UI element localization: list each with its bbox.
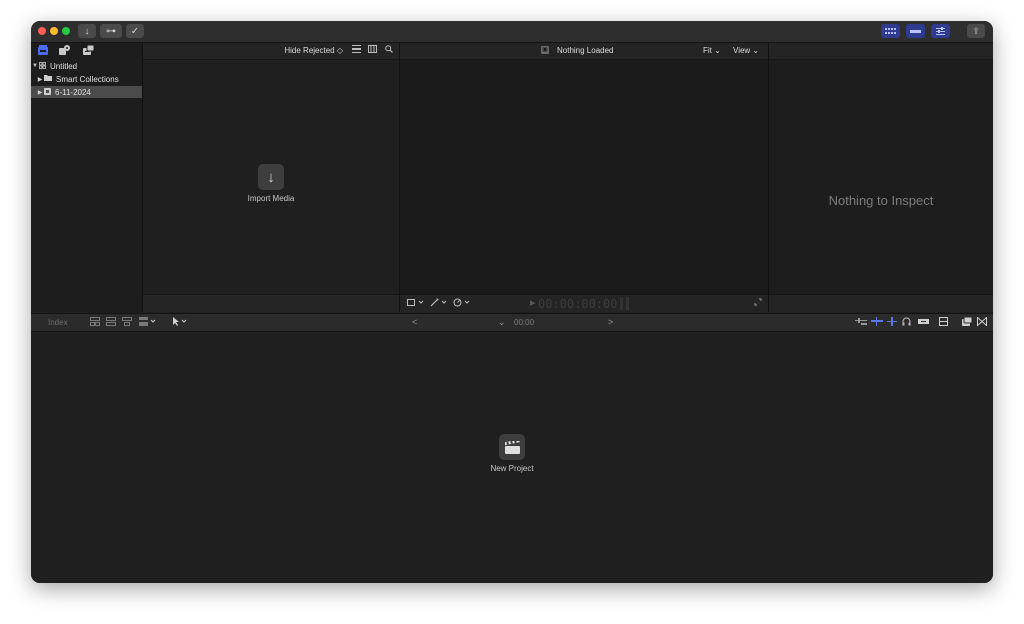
select-tool-icon[interactable] [171, 317, 189, 328]
timeline-icon [910, 29, 921, 33]
timeline-duration: 00:00 [514, 318, 535, 327]
transitions-browser-icon[interactable] [977, 316, 987, 328]
viewer-panel: ▣ Nothing Loaded Fit ⌄ View ⌄ ▶ 00:00:00… [400, 43, 769, 312]
disclosure-triangle-icon[interactable]: ▶ [36, 76, 44, 83]
library-item-smart-collections[interactable]: ▶ Smart Collections [31, 73, 142, 85]
library-item-label: 6-11-2024 [55, 87, 91, 97]
retime-speed-icon[interactable] [453, 298, 471, 309]
inspector-empty-message: Nothing to Inspect [828, 193, 934, 208]
show-inspector-button[interactable] [931, 24, 950, 38]
event-icon [44, 87, 51, 97]
library-item-label: Untitled [50, 61, 78, 71]
connect-clip-icon[interactable] [139, 317, 157, 328]
timeline-toolbar: Index < ⌄ 00:00 > [31, 313, 993, 332]
titles-generators-icon[interactable] [83, 44, 95, 58]
inspector-sliders-icon [936, 27, 945, 35]
new-project-button[interactable] [499, 434, 525, 460]
clip-height-icon[interactable] [939, 317, 948, 328]
key-icon: ⊶ [106, 25, 116, 37]
libraries-icon[interactable] [38, 45, 48, 58]
transform-crop-icon[interactable] [407, 298, 425, 309]
final-cut-window: ↓ ⊶ ✓ ⇪ ▼ Untitled ▶ Smart Collections ▶… [31, 21, 993, 583]
minimize-window-button[interactable] [50, 27, 58, 35]
library-item-label: Smart Collections [56, 74, 119, 84]
viewer-footer: ▶ 00:00:00:00 [400, 294, 768, 312]
download-arrow-icon: ↓ [267, 168, 275, 186]
clip-appearance-icon[interactable] [855, 317, 867, 328]
solo-clip-icon[interactable] [918, 317, 929, 328]
timeline-back-button[interactable]: < [412, 317, 417, 327]
browser-footer [143, 294, 399, 312]
inspector-header [769, 43, 993, 60]
timeline-panel: New Project [31, 332, 993, 583]
library-item-event-6-11-2024[interactable]: ▶ 6-11-2024 [31, 86, 142, 98]
import-media-label: Import Media [247, 194, 295, 203]
import-media-button[interactable]: ↓ [258, 164, 284, 190]
folder-icon [44, 75, 52, 83]
viewer-title: Nothing Loaded [557, 46, 614, 55]
browser-toolbar: Hide Rejected ◇ [143, 43, 399, 60]
disclosure-triangle-icon[interactable]: ▼ [31, 63, 39, 69]
show-browser-button[interactable] [881, 24, 900, 38]
view-options-popup[interactable]: View ⌄ [733, 46, 759, 55]
checkmark-circle-icon: ✓ [130, 25, 140, 37]
clip-filter-popup[interactable]: Hide Rejected ◇ [284, 46, 343, 55]
library-icon [39, 61, 46, 71]
effects-browser-icon[interactable] [962, 316, 973, 328]
download-icon: ↓ [84, 25, 90, 37]
new-project-label: New Project [490, 464, 534, 473]
title-bar: ↓ ⊶ ✓ ⇪ [31, 21, 993, 43]
libraries-sidebar: ▼ Untitled ▶ Smart Collections ▶ 6-11-20… [31, 43, 143, 312]
keywords-button[interactable]: ⊶ [100, 24, 122, 38]
play-icon[interactable]: ▶ [530, 299, 535, 307]
sidebar-toolbar [31, 43, 142, 59]
disclosure-triangle-icon[interactable]: ▶ [36, 89, 44, 96]
timeline-forward-button[interactable]: > [608, 317, 613, 327]
browser-panel: Hide Rejected ◇ ↓ Import Media [143, 43, 400, 312]
inspector-footer [769, 294, 993, 312]
timeline-index-button[interactable]: Index [48, 318, 68, 327]
photos-audio-icon[interactable] [59, 45, 70, 58]
append-clip-icon[interactable] [90, 317, 100, 328]
import-media-button[interactable]: ↓ [78, 24, 96, 38]
skimming-icon[interactable] [871, 317, 883, 328]
fullscreen-expand-icon[interactable] [754, 298, 762, 308]
show-timeline-button[interactable] [906, 24, 925, 38]
close-window-button[interactable] [38, 27, 46, 35]
share-button[interactable]: ⇪ [967, 24, 985, 38]
inspector-panel: Nothing to Inspect [769, 43, 993, 312]
audio-meter-left [620, 297, 623, 310]
snapping-icon[interactable] [887, 317, 897, 328]
clip-appearance-icon[interactable] [352, 45, 361, 55]
viewer-toolbar: ▣ Nothing Loaded Fit ⌄ View ⌄ [400, 43, 768, 60]
library-item-untitled[interactable]: ▼ Untitled [31, 60, 142, 72]
zoom-window-button[interactable] [62, 27, 70, 35]
zoom-fit-popup[interactable]: Fit ⌄ [703, 46, 721, 55]
browser-grid-icon [885, 27, 896, 34]
insert-clip-icon[interactable] [106, 317, 116, 328]
timecode-display[interactable]: 00:00:00:00 [538, 297, 617, 311]
background-tasks-button[interactable]: ✓ [126, 24, 144, 38]
project-popup-chevron[interactable]: ⌄ [498, 317, 506, 328]
clip-icon: ▣ [541, 46, 549, 54]
share-icon: ⇪ [972, 25, 980, 36]
headphones-icon[interactable] [902, 317, 911, 328]
audio-meter-right [626, 297, 629, 310]
filmstrip-view-icon[interactable] [368, 45, 377, 55]
clapperboard-icon [504, 440, 520, 454]
enhancements-wand-icon[interactable] [430, 298, 448, 309]
search-icon[interactable] [385, 45, 393, 55]
overwrite-clip-icon[interactable] [122, 317, 132, 328]
